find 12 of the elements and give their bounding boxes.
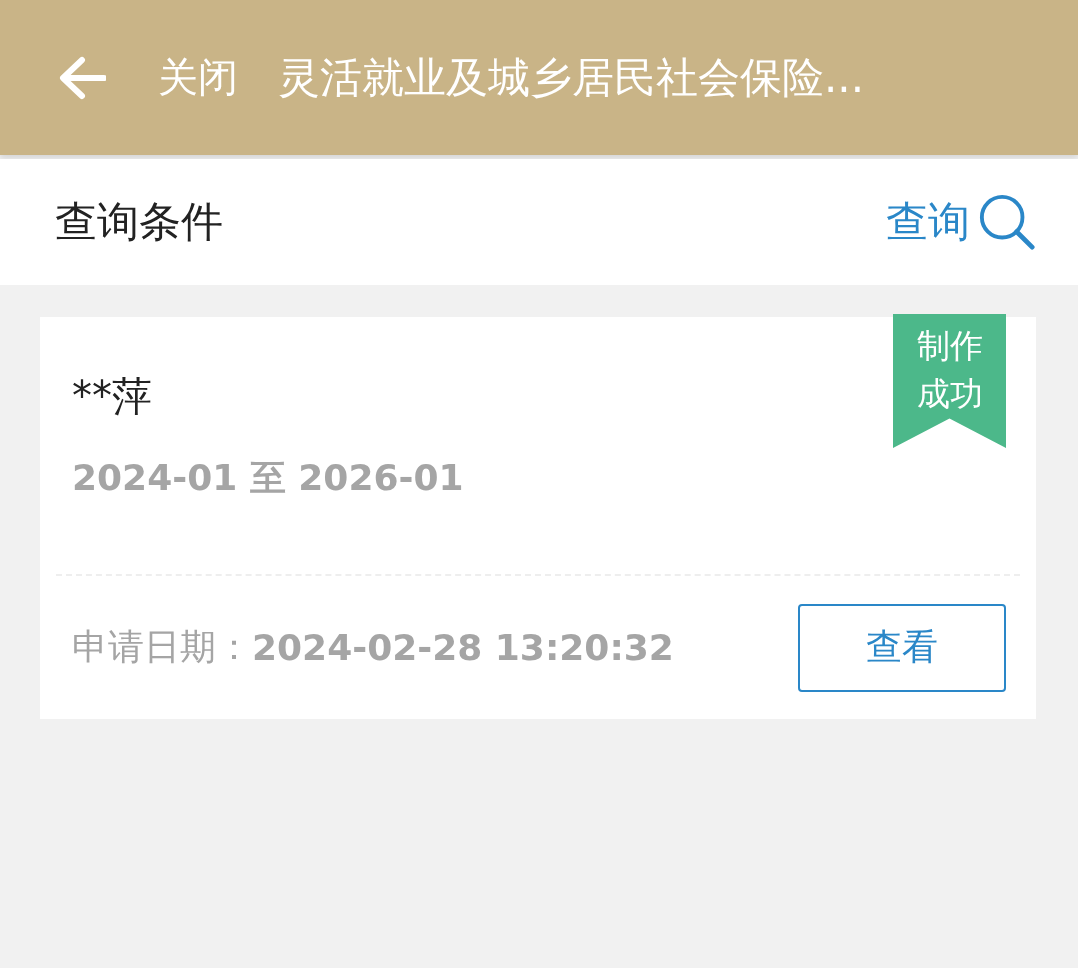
query-label: 查询条件: [55, 196, 224, 248]
page-title: 灵活就业及城乡居民社会保险...: [278, 51, 865, 104]
date-value: 2024-02-28 13:20:32: [252, 627, 675, 668]
close-link[interactable]: 关闭: [158, 50, 238, 105]
back-icon[interactable]: [58, 55, 106, 100]
view-button[interactable]: 查看: [798, 603, 1006, 692]
status-ribbon: 制作成功: [893, 314, 1006, 448]
person-name: **萍: [72, 372, 152, 421]
period-text: 2024-01 至 2026-01: [72, 456, 465, 500]
search-icon[interactable]: [978, 193, 1036, 251]
query-link[interactable]: 查询: [886, 194, 970, 250]
date-label: 申请日期：: [72, 625, 252, 669]
